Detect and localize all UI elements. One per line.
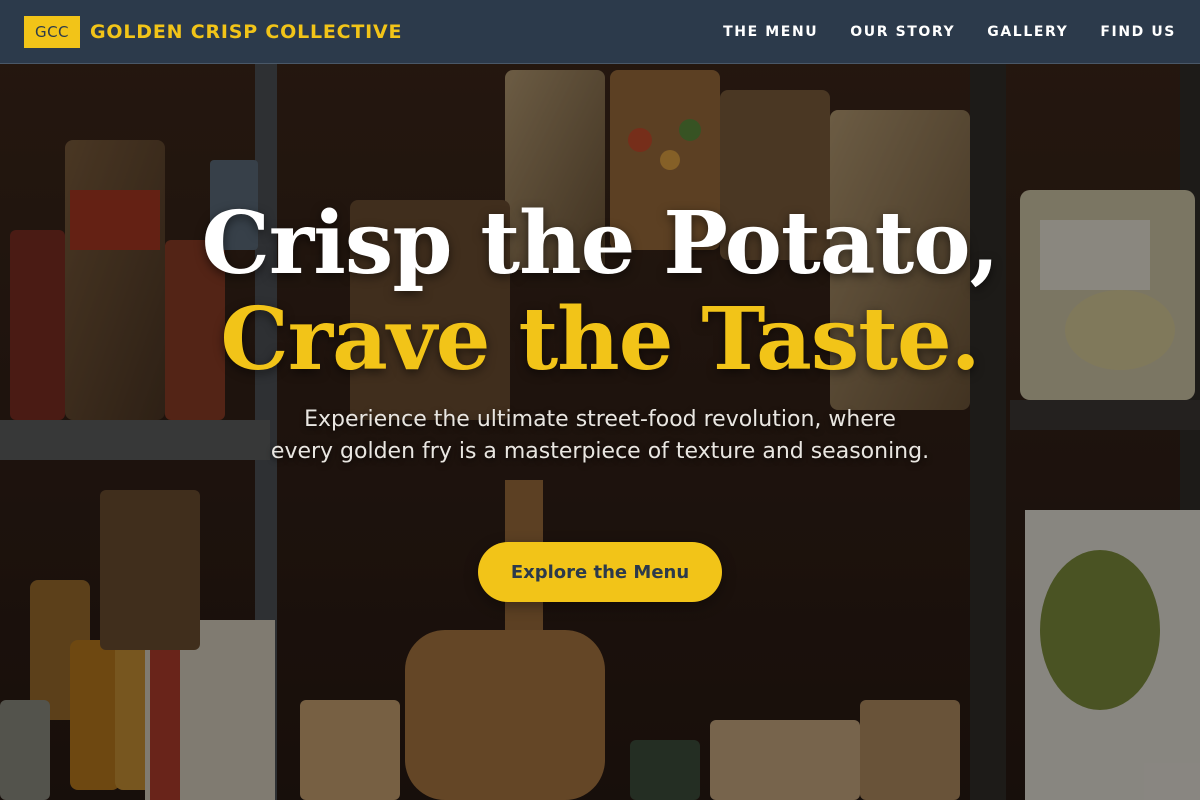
hero-headline: Crisp the Potato, Crave the Taste.: [0, 196, 1200, 388]
logo-badge: GCC: [24, 15, 80, 48]
brand-logo-link[interactable]: GCC GOLDEN CRISP COLLECTIVE: [24, 15, 403, 48]
headline-line-1: Crisp the Potato,: [201, 193, 999, 294]
headline-line-2: Crave the Taste.: [220, 289, 980, 390]
top-navbar: GCC GOLDEN CRISP COLLECTIVE THE MENU OUR…: [0, 0, 1200, 64]
nav-link-the-menu[interactable]: THE MENU: [707, 16, 834, 48]
main-nav: THE MENU OUR STORY GALLERY FIND US: [707, 16, 1176, 48]
nav-link-gallery[interactable]: GALLERY: [971, 16, 1084, 48]
hero-subtitle: Experience the ultimate street-food revo…: [270, 407, 930, 464]
explore-menu-button[interactable]: Explore the Menu: [478, 542, 722, 602]
hero-section: Crisp the Potato, Crave the Taste. Exper…: [0, 64, 1200, 800]
nav-link-find-us[interactable]: FIND US: [1084, 16, 1176, 48]
nav-link-our-story[interactable]: OUR STORY: [834, 16, 971, 48]
brand-name: GOLDEN CRISP COLLECTIVE: [90, 20, 403, 43]
